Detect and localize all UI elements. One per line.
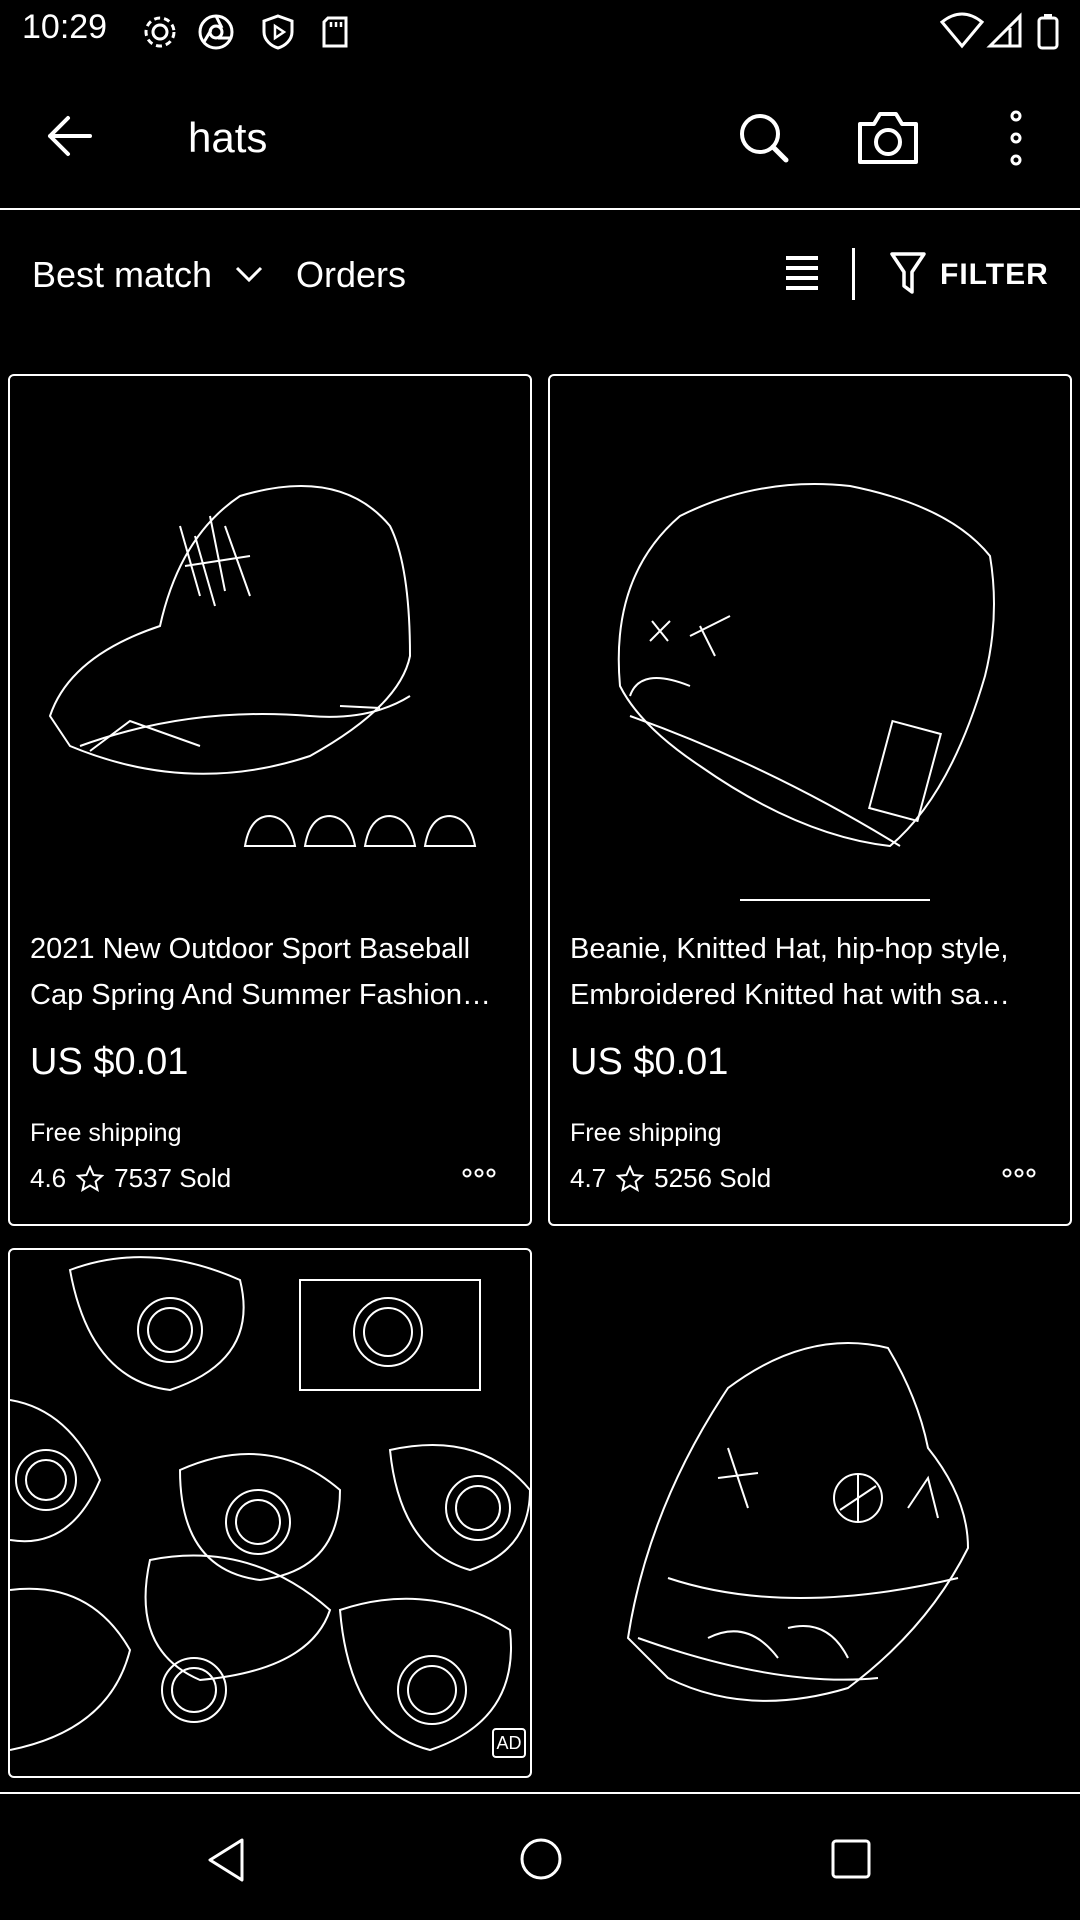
product-image-graffiti-cap[interactable] xyxy=(548,1248,1072,1778)
rating-value: 4.6 xyxy=(30,1163,67,1193)
filter-button[interactable]: FILTER xyxy=(940,258,1049,292)
product-image-baseball-cap[interactable] xyxy=(10,376,530,916)
product-price: US $0.01 xyxy=(570,1041,729,1083)
sort-best-match[interactable]: Best match xyxy=(32,254,212,296)
product-card-ad[interactable]: AD xyxy=(8,1248,532,1778)
star-icon xyxy=(76,1164,105,1193)
sold-count: 7537 Sold xyxy=(114,1163,232,1193)
product-card[interactable] xyxy=(548,1248,1072,1778)
product-price: US $0.01 xyxy=(30,1041,189,1083)
star-icon xyxy=(616,1164,645,1193)
list-view-icon[interactable] xyxy=(782,252,822,296)
rating-value: 4.7 xyxy=(570,1163,607,1193)
more-horizontal-icon[interactable] xyxy=(1002,1166,1036,1180)
sort-orders[interactable]: Orders xyxy=(296,254,406,296)
product-card[interactable]: 2021 New Outdoor Sport Baseball Cap Spri… xyxy=(8,374,532,1226)
sold-count: 5256 Sold xyxy=(654,1163,772,1193)
shipping-info: Free shipping xyxy=(30,1119,182,1147)
divider xyxy=(852,248,855,300)
rating-row: 4.6 7537 Sold xyxy=(30,1163,231,1194)
signal-icon xyxy=(986,12,1026,52)
chrome-icon xyxy=(196,12,236,52)
more-horizontal-icon[interactable] xyxy=(462,1166,496,1180)
status-bar: 10:29 xyxy=(0,0,1080,64)
sort-filter-bar: Best match Orders FILTER xyxy=(0,212,1080,342)
product-title[interactable]: 2021 New Outdoor Sport Baseball Cap Spri… xyxy=(30,926,510,1018)
ad-badge: AD xyxy=(492,1728,526,1758)
product-title[interactable]: Beanie, Knitted Hat, hip-hop style, Embr… xyxy=(570,926,1050,1018)
chevron-down-icon[interactable] xyxy=(234,264,264,284)
gear-icon xyxy=(140,12,180,52)
wifi-icon xyxy=(940,12,984,52)
product-image-beanie[interactable] xyxy=(550,376,1070,916)
nav-recents-icon[interactable] xyxy=(830,1838,872,1880)
search-icon[interactable] xyxy=(728,102,800,174)
search-query-text[interactable]: hats xyxy=(188,114,267,162)
battery-icon xyxy=(1036,12,1076,52)
system-navigation-bar xyxy=(0,1792,1080,1920)
status-time: 10:29 xyxy=(22,8,108,46)
filter-icon[interactable] xyxy=(888,250,928,298)
nav-back-icon[interactable] xyxy=(204,1836,248,1884)
nav-home-icon[interactable] xyxy=(518,1836,564,1882)
search-header: hats xyxy=(0,64,1080,210)
back-arrow-icon[interactable] xyxy=(40,108,104,164)
shipping-info: Free shipping xyxy=(570,1119,722,1147)
rating-row: 4.7 5256 Sold xyxy=(570,1163,771,1194)
product-image-smiley-caps[interactable] xyxy=(10,1250,530,1776)
sd-card-icon xyxy=(316,12,356,52)
more-vertical-icon[interactable] xyxy=(980,102,1052,174)
camera-icon[interactable] xyxy=(852,102,924,174)
product-card[interactable]: Beanie, Knitted Hat, hip-hop style, Embr… xyxy=(548,374,1072,1226)
shield-play-icon xyxy=(258,12,298,52)
